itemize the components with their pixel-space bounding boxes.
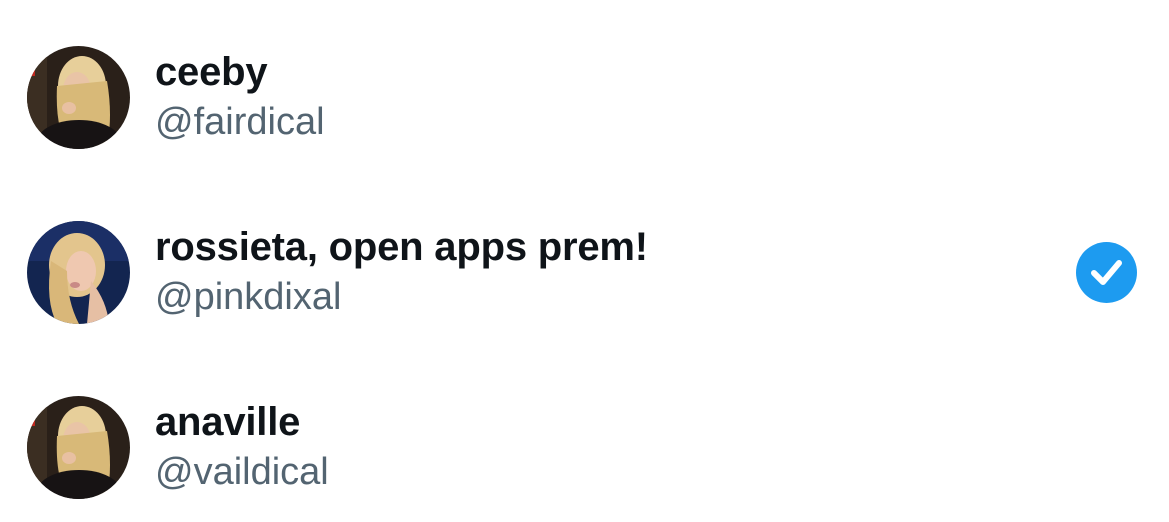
account-display-name: ceeby: [155, 50, 268, 94]
user-photo-icon: [27, 396, 130, 499]
account-row-pinkdixal[interactable]: rossieta, open apps prem! @pinkdixal: [0, 197, 1169, 347]
avatar: [27, 396, 130, 499]
account-row-vaildical[interactable]: anaville @vaildical: [0, 372, 1169, 522]
user-photo-icon: [27, 221, 130, 324]
account-handle: @fairdical: [155, 101, 325, 143]
account-row-fairdical[interactable]: ceeby @fairdical: [0, 22, 1169, 172]
account-switcher-list: ceeby @fairdical rossieta, open apps pre…: [0, 0, 1169, 516]
user-photo-icon: [27, 46, 130, 149]
account-display-name: rossieta, open apps prem!: [155, 225, 648, 269]
account-handle: @pinkdixal: [155, 276, 342, 318]
checkmark-circle-icon: [1076, 242, 1137, 303]
account-handle: @vaildical: [155, 451, 329, 493]
avatar: [27, 46, 130, 149]
avatar: [27, 221, 130, 324]
account-display-name: anaville: [155, 400, 301, 444]
